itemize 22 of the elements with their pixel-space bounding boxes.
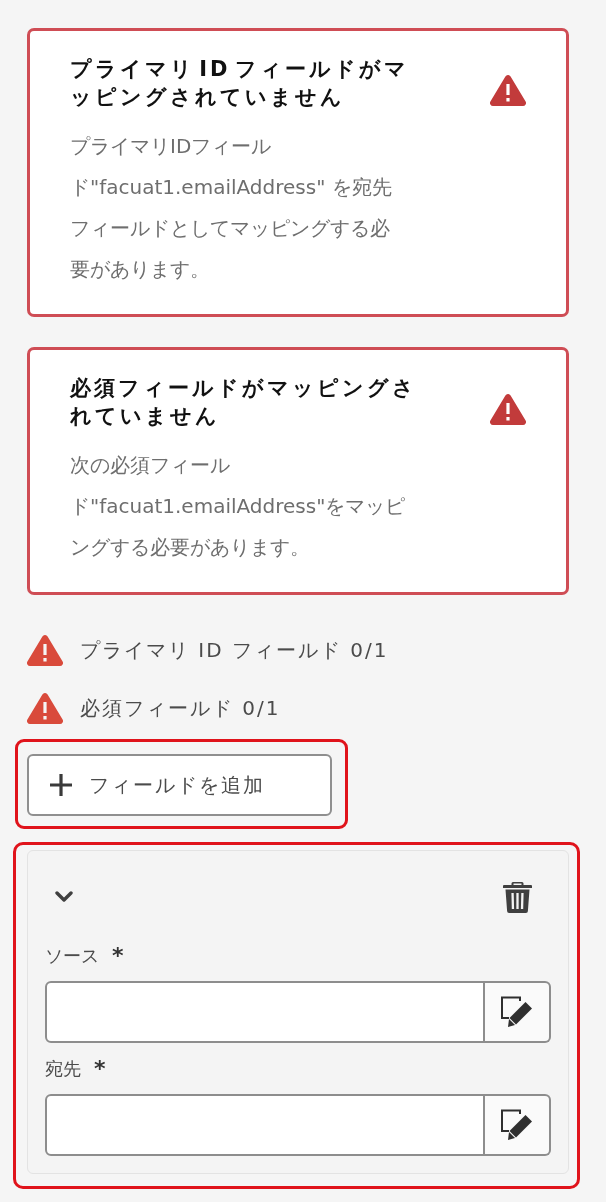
input-field[interactable] — [45, 981, 485, 1043]
required-mark: * — [94, 1057, 106, 1081]
plus-icon — [50, 774, 72, 796]
chevron-down-icon[interactable] — [55, 891, 73, 903]
field-label: ソース — [45, 944, 99, 968]
alert-message: 次の必須フィールド"facuat1.emailAddress"をマッピングする必要があります。 — [70, 452, 407, 561]
edit-button[interactable] — [485, 1094, 551, 1156]
edit-icon — [501, 996, 533, 1028]
trash-icon[interactable] — [503, 881, 532, 913]
input-field[interactable] — [45, 1094, 485, 1156]
requirement-status: プライマリ ID フィールド 0/1 — [80, 636, 389, 664]
alert-title: 必須フィールドがマッピングされていません — [70, 375, 418, 430]
warning-icon — [490, 75, 526, 106]
alert-message: プライマリIDフィールド"facuat1.emailAddress" を宛先フィールドとしてマッピングする必要があります。 — [70, 133, 393, 283]
required-mark: * — [112, 944, 124, 968]
add-field-button[interactable]: フィールドを追加 — [27, 754, 332, 816]
field-label: 宛先 — [45, 1057, 81, 1081]
edit-icon — [501, 1109, 533, 1141]
requirement-status: 必須フィールド 0/1 — [80, 694, 281, 722]
warning-icon — [490, 394, 526, 425]
edit-button[interactable] — [485, 981, 551, 1043]
alert-title: プライマリ ID フィールドがマッピングされていません — [70, 56, 410, 111]
